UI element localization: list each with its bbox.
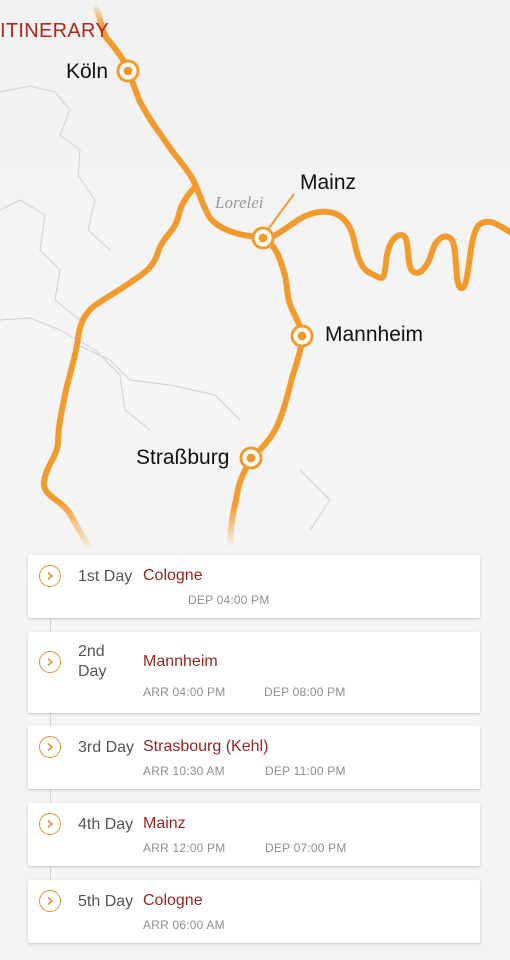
chevron-right-icon[interactable] <box>39 813 61 835</box>
itinerary-card-day-4[interactable]: 4th Day Mainz ARR 12:00 PM DEP 07:00 PM <box>28 803 480 866</box>
river-main <box>267 208 510 292</box>
arrival-time: ARR 12:00 PM <box>143 841 226 855</box>
port-city: Cologne <box>143 567 203 584</box>
arrival-time: ARR 10:30 AM <box>143 764 225 778</box>
day-label: 2nd Day <box>78 643 107 680</box>
day-label: 4th Day <box>78 816 134 833</box>
chevron-right-icon[interactable] <box>39 890 61 912</box>
city-label-mannheim: Mannheim <box>325 323 424 346</box>
chevron-right-icon[interactable] <box>39 736 61 758</box>
itinerary-card-day-5[interactable]: 5th Day Cologne ARR 06:00 AM <box>28 880 480 943</box>
chevron-right-icon[interactable] <box>39 651 61 673</box>
stop-strassburg[interactable] <box>239 446 263 470</box>
departure-time: DEP 07:00 PM <box>265 841 347 855</box>
day-label: 3rd Day <box>78 739 135 756</box>
port-city: Mainz <box>143 815 186 832</box>
page-title: ITINERARY <box>0 20 110 42</box>
city-label-koln: Köln <box>66 60 109 83</box>
chevron-right-icon[interactable] <box>39 565 61 587</box>
arrival-time: ARR 04:00 PM <box>143 685 226 699</box>
arrival-time: ARR 06:00 AM <box>143 918 225 932</box>
day-label: 5th Day <box>78 893 134 910</box>
departure-time: DEP 08:00 PM <box>264 685 346 699</box>
stop-koln[interactable] <box>116 59 140 83</box>
port-city: Cologne <box>143 892 203 909</box>
itinerary-card-day-3[interactable]: 3rd Day Strasbourg (Kehl) ARR 10:30 AM D… <box>28 726 480 789</box>
day-label: 1st Day <box>78 568 133 585</box>
departure-time: DEP 04:00 PM <box>188 593 270 607</box>
stop-lorelei-mainz[interactable] <box>251 226 275 250</box>
city-label-strassburg: Straßburg <box>136 446 230 469</box>
river-moselle <box>40 183 199 555</box>
route-map <box>0 5 510 555</box>
stop-mannheim[interactable] <box>290 324 314 348</box>
port-city: Strasbourg (Kehl) <box>143 738 269 755</box>
itinerary-card-day-2[interactable]: 2nd Day Mannheim ARR 04:00 PM DEP 08:00 … <box>28 632 480 713</box>
river-rhine-south <box>227 235 305 551</box>
city-label-mainz: Mainz <box>300 171 357 194</box>
departure-time: DEP 11:00 PM <box>265 764 346 778</box>
landmark-lorelei: Lorelei <box>215 193 264 212</box>
itinerary-screen: ITINERARY Köln Mainz Mannheim Straßburg … <box>0 0 510 960</box>
port-city: Mannheim <box>143 653 218 670</box>
itinerary-card-day-1[interactable]: 1st Day Cologne DEP 04:00 PM <box>28 555 480 618</box>
